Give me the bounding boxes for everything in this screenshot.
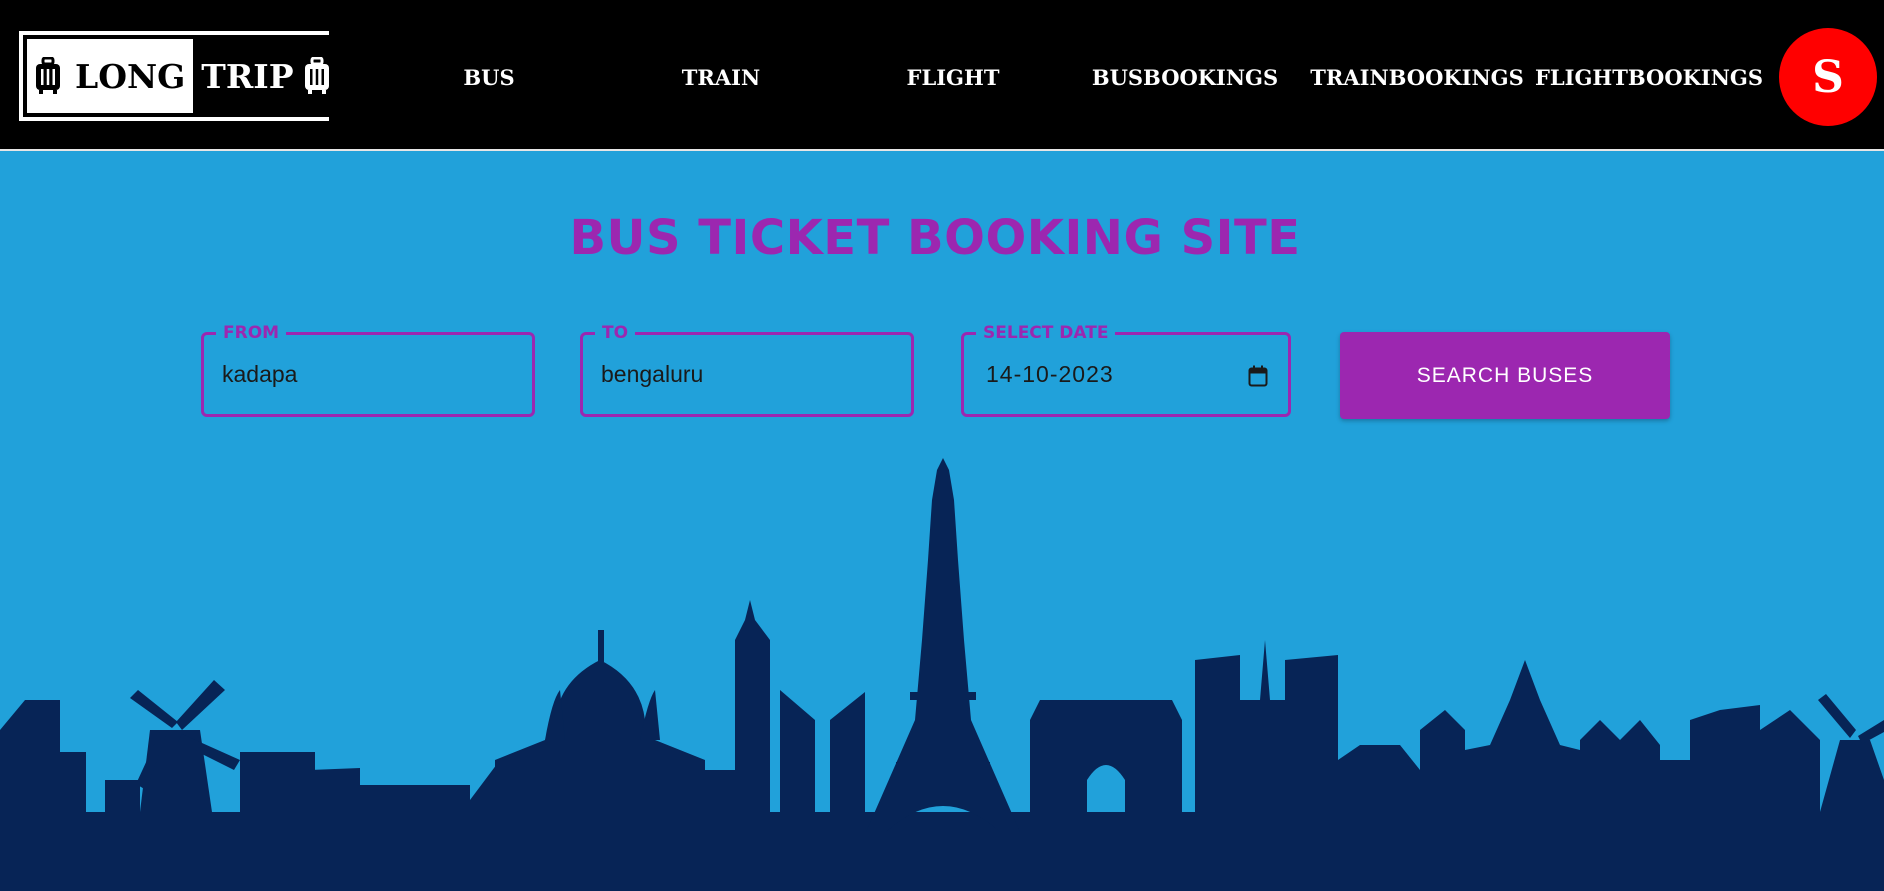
city-skyline-illustration (0, 458, 1884, 891)
user-avatar[interactable]: S (1779, 28, 1877, 126)
nav-train[interactable]: TRAIN (605, 58, 837, 98)
date-input[interactable] (986, 335, 1240, 414)
logo-left-block: LONG (27, 39, 194, 113)
nav-flight[interactable]: FLIGHT (837, 58, 1069, 98)
nav-flightbookings[interactable]: FLIGHTBOOKINGS (1533, 58, 1765, 98)
to-input[interactable] (601, 335, 863, 414)
top-navbar: LONG TRIP BUS TRAIN FLIGHT BUSBOOKINGS T… (0, 0, 1884, 151)
search-buses-button[interactable]: SEARCH BUSES (1340, 332, 1670, 419)
from-input[interactable] (222, 335, 484, 414)
logo-text-trip: TRIP (201, 56, 294, 96)
to-field: TO (580, 321, 914, 417)
luggage-icon (304, 57, 329, 94)
logo-right-block: TRIP (193, 35, 338, 117)
calendar-icon[interactable] (1248, 365, 1268, 387)
logo-text-long: LONG (75, 56, 186, 96)
date-field: SELECT DATE (961, 321, 1291, 417)
page-title: BUS TICKET BOOKING SITE (569, 210, 1301, 266)
nav-trainbookings[interactable]: TRAINBOOKINGS (1301, 58, 1533, 98)
site-logo[interactable]: LONG TRIP (19, 31, 338, 121)
nav-busbookings[interactable]: BUSBOOKINGS (1069, 58, 1301, 98)
luggage-icon (36, 57, 60, 94)
nav-bus[interactable]: BUS (373, 58, 605, 98)
from-field: FROM (201, 321, 535, 417)
